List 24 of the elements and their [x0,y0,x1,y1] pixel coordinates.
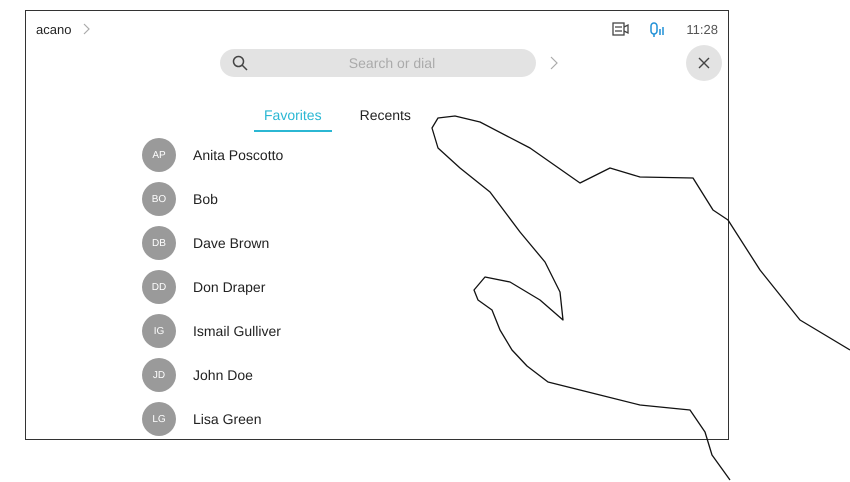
device-name: acano [36,22,72,36]
microphone-icon [650,22,666,36]
camera-icon [612,22,630,36]
search-icon [232,55,248,71]
avatar: JD [142,358,176,392]
chevron-right-icon [83,23,92,35]
clock-time: 11:28 [686,22,718,36]
contact-name[interactable]: John Doe [193,367,253,383]
avatar: BO [142,182,176,216]
avatar: AP [142,138,176,172]
avatar: IG [142,314,176,348]
contact-name[interactable]: Dave Brown [193,235,270,251]
avatar: DD [142,270,176,304]
tab[interactable]: Recents [350,103,421,132]
contact-name[interactable]: Bob [193,191,218,207]
contact-name[interactable]: Don Draper [193,279,266,295]
search-field[interactable]: Search or dial [220,49,536,77]
avatar: LG [142,402,176,436]
contact-name[interactable]: Lisa Green [193,411,262,427]
contact-name[interactable]: Ismail Gulliver [193,323,281,339]
close-icon [698,57,710,69]
close-button[interactable] [686,45,722,81]
contact-name[interactable]: Anita Poscotto [193,147,284,163]
avatar: DB [142,226,176,260]
